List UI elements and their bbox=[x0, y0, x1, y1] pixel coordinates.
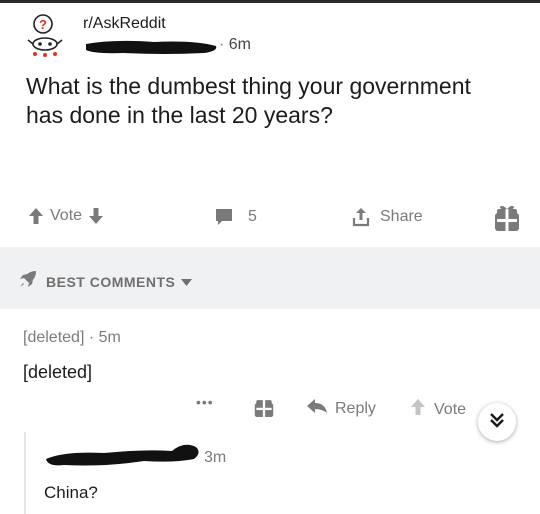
reply-button[interactable]: Reply bbox=[306, 398, 376, 419]
reply-time: 3m bbox=[204, 449, 227, 466]
arrow-down-icon[interactable] bbox=[88, 207, 104, 225]
thread-line[interactable] bbox=[24, 432, 26, 514]
reply-label: Reply bbox=[335, 399, 376, 417]
rocket-icon bbox=[18, 269, 38, 294]
arrow-up-icon[interactable] bbox=[410, 398, 426, 421]
vote-label: Vote bbox=[50, 207, 83, 224]
sort-dropdown[interactable]: BEST COMMENTS bbox=[18, 269, 193, 294]
comment-body: [deleted] bbox=[23, 362, 93, 382]
gift-award-icon bbox=[254, 396, 274, 423]
vote-label: Vote bbox=[434, 400, 467, 418]
comment-time: 5m bbox=[98, 329, 121, 346]
redacted-username bbox=[86, 40, 217, 54]
vote-group: Vote bbox=[28, 207, 104, 225]
post-header: ? r/AskReddit · 6m bbox=[0, 5, 540, 65]
redacted-username bbox=[46, 444, 199, 466]
more-options-button[interactable]: ••• bbox=[196, 394, 214, 410]
comment-award-button[interactable] bbox=[254, 396, 274, 423]
post-meta: · 6m bbox=[219, 36, 251, 54]
double-chevron-down-icon bbox=[489, 412, 505, 433]
post-title[interactable]: What is the dumbest thing your governmen… bbox=[26, 72, 506, 130]
subreddit-name[interactable]: r/AskReddit bbox=[83, 15, 166, 33]
comment-meta: [deleted] · 5m bbox=[23, 329, 121, 347]
arrow-up-icon[interactable] bbox=[28, 207, 44, 225]
share-label: Share bbox=[380, 208, 423, 225]
caret-down-icon bbox=[181, 273, 193, 291]
meta-separator: · bbox=[219, 36, 225, 53]
comment-sort-bar: BEST COMMENTS bbox=[0, 247, 540, 309]
award-button[interactable] bbox=[494, 204, 520, 232]
gift-award-icon bbox=[494, 204, 520, 232]
svg-text:?: ? bbox=[39, 17, 47, 32]
share-button[interactable]: Share bbox=[352, 207, 429, 227]
post-action-bar: Vote 5 Share bbox=[0, 196, 540, 242]
meta-separator: · bbox=[88, 329, 95, 346]
comment-action-bar: ••• Reply Vote bbox=[0, 394, 540, 424]
askreddit-snoo-icon[interactable]: ? bbox=[26, 13, 66, 57]
comment-count: 5 bbox=[248, 208, 257, 225]
comments-button[interactable]: 5 bbox=[214, 207, 263, 227]
share-icon bbox=[352, 207, 370, 227]
comment-author[interactable]: [deleted] bbox=[23, 329, 84, 346]
reply-arrow-icon bbox=[306, 398, 328, 419]
top-divider bbox=[0, 0, 540, 3]
comment-vote-group: Vote bbox=[410, 398, 466, 421]
reply-body: China? bbox=[44, 483, 98, 502]
sort-label: BEST COMMENTS bbox=[46, 273, 176, 290]
comment-bubble-icon bbox=[214, 207, 234, 227]
collapse-thread-button[interactable] bbox=[478, 403, 516, 441]
post-time: 6m bbox=[228, 36, 252, 53]
